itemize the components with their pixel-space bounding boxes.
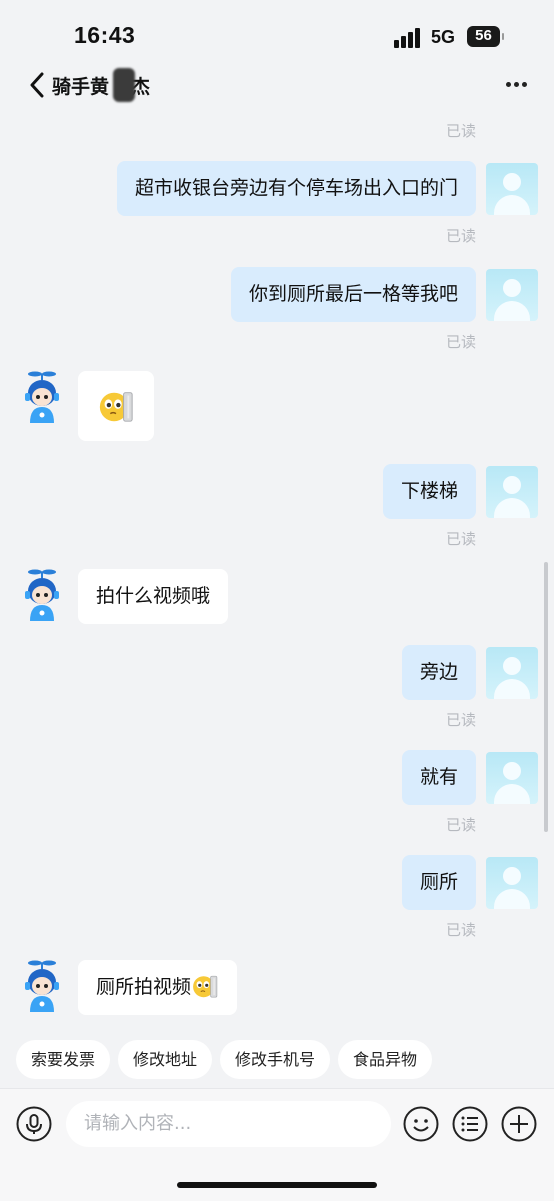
quick-reply-change-phone[interactable]: 修改手机号	[220, 1040, 331, 1079]
quick-reply-food-foreign-object[interactable]: 食品异物	[338, 1040, 433, 1079]
message-row-other	[0, 370, 554, 450]
network-label: 5G	[431, 27, 456, 47]
read-receipt: 已读	[445, 333, 476, 351]
my-avatar[interactable]	[486, 466, 538, 518]
smiley-icon[interactable]	[403, 1106, 439, 1142]
message-bubble[interactable]: 超市收银台旁边有个停车场出入口的门	[116, 161, 476, 216]
read-receipt: 已读	[445, 816, 476, 834]
message-input[interactable]: 请输入内容...	[66, 1101, 391, 1147]
message-row-me: 就有 已读	[0, 750, 554, 850]
microphone-icon[interactable]	[16, 1106, 52, 1142]
rider-avatar[interactable]	[16, 371, 68, 423]
redaction-blur	[113, 68, 135, 102]
message-row-other: 拍什么视频哦	[0, 568, 554, 628]
my-avatar[interactable]	[486, 752, 538, 804]
chevron-left-icon[interactable]	[28, 72, 48, 98]
message-bubble[interactable]	[78, 371, 154, 441]
battery-level: 56	[475, 27, 492, 44]
list-icon[interactable]	[452, 1106, 488, 1142]
chat-header: 骑手黄杰	[0, 68, 554, 114]
rider-avatar[interactable]	[16, 960, 68, 1012]
message-bubble[interactable]: 厕所	[401, 855, 476, 910]
read-receipt: 已读	[445, 227, 476, 245]
read-receipt: 已读	[445, 122, 476, 140]
quick-reply-change-address[interactable]: 修改地址	[118, 1040, 213, 1079]
message-bubble[interactable]: 你到厕所最后一格等我吧	[230, 267, 476, 322]
message-row-me: 旁边 已读	[0, 645, 554, 745]
home-indicator[interactable]	[177, 1182, 377, 1188]
message-text: 厕所拍视频	[96, 976, 192, 998]
rider-avatar[interactable]	[16, 569, 68, 621]
message-bubble[interactable]: 拍什么视频哦	[78, 569, 229, 624]
peeking-face-emoji	[99, 392, 133, 422]
message-row-me: 下楼梯 已读	[0, 464, 554, 564]
read-receipt: 已读	[445, 530, 476, 548]
my-avatar[interactable]	[486, 269, 538, 321]
message-bubble[interactable]: 旁边	[401, 645, 476, 700]
message-bubble[interactable]: 就有	[401, 750, 476, 805]
page-title: 骑手黄杰	[52, 72, 150, 99]
my-avatar[interactable]	[486, 647, 538, 699]
message-row-me: 你到厕所最后一格等我吧 已读	[0, 267, 554, 367]
read-receipt: 已读	[445, 711, 476, 729]
message-bubble[interactable]: 厕所拍视频	[78, 960, 238, 1015]
message-bubble[interactable]: 下楼梯	[382, 464, 476, 519]
title-part1: 骑手黄	[52, 76, 110, 98]
battery-icon: 56	[467, 26, 504, 47]
quick-reply-invoice[interactable]: 索要发票	[16, 1040, 111, 1079]
my-avatar[interactable]	[486, 857, 538, 909]
message-row-me: 超市收银台旁边有个停车场出入口的门 已读	[0, 161, 554, 261]
plus-icon[interactable]	[501, 1106, 537, 1142]
status-bar: 16:43 5G 56	[0, 0, 554, 72]
peeking-face-emoji	[193, 975, 218, 998]
message-list[interactable]: 已读 超市收银台旁边有个停车场出入口的门 已读 你到厕所最后一格等我吧 已读 下…	[0, 114, 554, 1034]
status-time: 16:43	[74, 22, 136, 48]
read-receipt: 已读	[445, 921, 476, 939]
my-avatar[interactable]	[486, 163, 538, 215]
signal-icon	[394, 28, 424, 48]
scrollbar[interactable]	[544, 562, 548, 832]
message-row-me: 厕所 已读	[0, 855, 554, 955]
more-dots-icon[interactable]	[506, 82, 528, 88]
message-row-other: 厕所拍视频	[0, 959, 554, 1019]
